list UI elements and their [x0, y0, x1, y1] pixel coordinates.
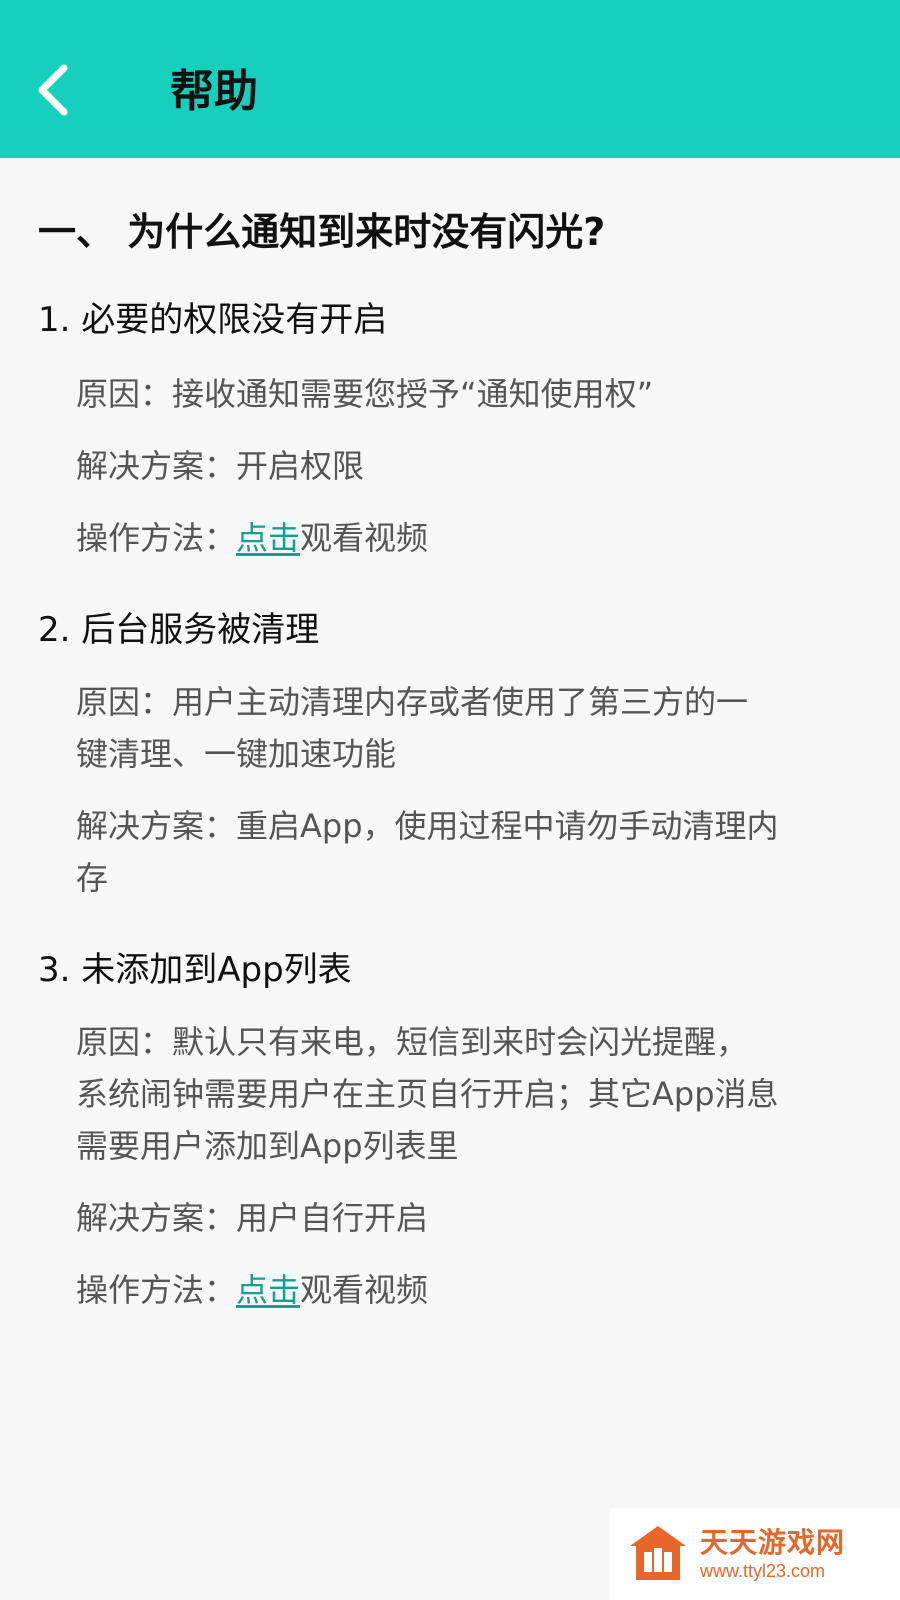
- site-watermark: 天天游戏网 www.ttyl23.com: [610, 1508, 900, 1600]
- house-logo-icon: [630, 1526, 686, 1580]
- item-2-solution-line-2: 存: [76, 859, 109, 897]
- item-1-solution: 解决方案：开启权限: [76, 440, 876, 492]
- solution-label: 解决方案：: [76, 1199, 237, 1237]
- watch-video-link[interactable]: 点击: [236, 1271, 300, 1309]
- item-3-reason-line-3: 需要用户添加到App列表里: [76, 1127, 459, 1165]
- back-button[interactable]: [22, 58, 86, 122]
- item-2-reason-line-1: 原因：用户主动清理内存或者使用了第三方的一: [76, 683, 749, 721]
- item-3-method: 操作方法：点击观看视频: [76, 1264, 876, 1316]
- chevron-left-icon: [38, 64, 68, 116]
- item-1-title: 1. 必要的权限没有开启: [38, 300, 388, 340]
- watermark-url: www.ttyl23.com: [700, 1561, 826, 1581]
- item-2-solution-line-1: 解决方案：重启App，使用过程中请勿手动清理内: [76, 807, 779, 845]
- method-label: 操作方法：: [76, 1271, 237, 1309]
- method-suffix: 观看视频: [300, 519, 429, 557]
- watch-video-link[interactable]: 点击: [236, 519, 300, 557]
- item-1-reason: 原因：接收通知需要您授予“通知使用权”: [76, 368, 876, 420]
- section-heading: 一、 为什么通知到来时没有闪光?: [38, 210, 606, 254]
- item-2-title: 2. 后台服务被清理: [38, 610, 320, 650]
- item-3-title: 3. 未添加到App列表: [38, 950, 352, 990]
- item-3-reason-line-2: 系统闹钟需要用户在主页自行开启；其它App消息: [76, 1075, 779, 1113]
- reason-text: 接收通知需要您授予“通知使用权”: [172, 375, 654, 413]
- item-3-solution: 解决方案：用户自行开启: [76, 1192, 876, 1244]
- item-2-reason-line-2: 键清理、一键加速功能: [76, 735, 397, 773]
- watermark-name: 天天游戏网: [700, 1526, 846, 1559]
- solution-text: 开启权限: [236, 447, 365, 485]
- solution-text: 用户自行开启: [236, 1199, 429, 1237]
- reason-label: 原因：: [76, 375, 173, 413]
- item-1-method: 操作方法：点击观看视频: [76, 512, 876, 564]
- page-title: 帮助: [170, 66, 258, 117]
- item-3-reason-line-1: 原因：默认只有来电，短信到来时会闪光提醒，: [76, 1023, 749, 1061]
- app-header: 帮助: [0, 0, 900, 158]
- method-suffix: 观看视频: [300, 1271, 429, 1309]
- solution-label: 解决方案：: [76, 447, 237, 485]
- method-label: 操作方法：: [76, 519, 237, 557]
